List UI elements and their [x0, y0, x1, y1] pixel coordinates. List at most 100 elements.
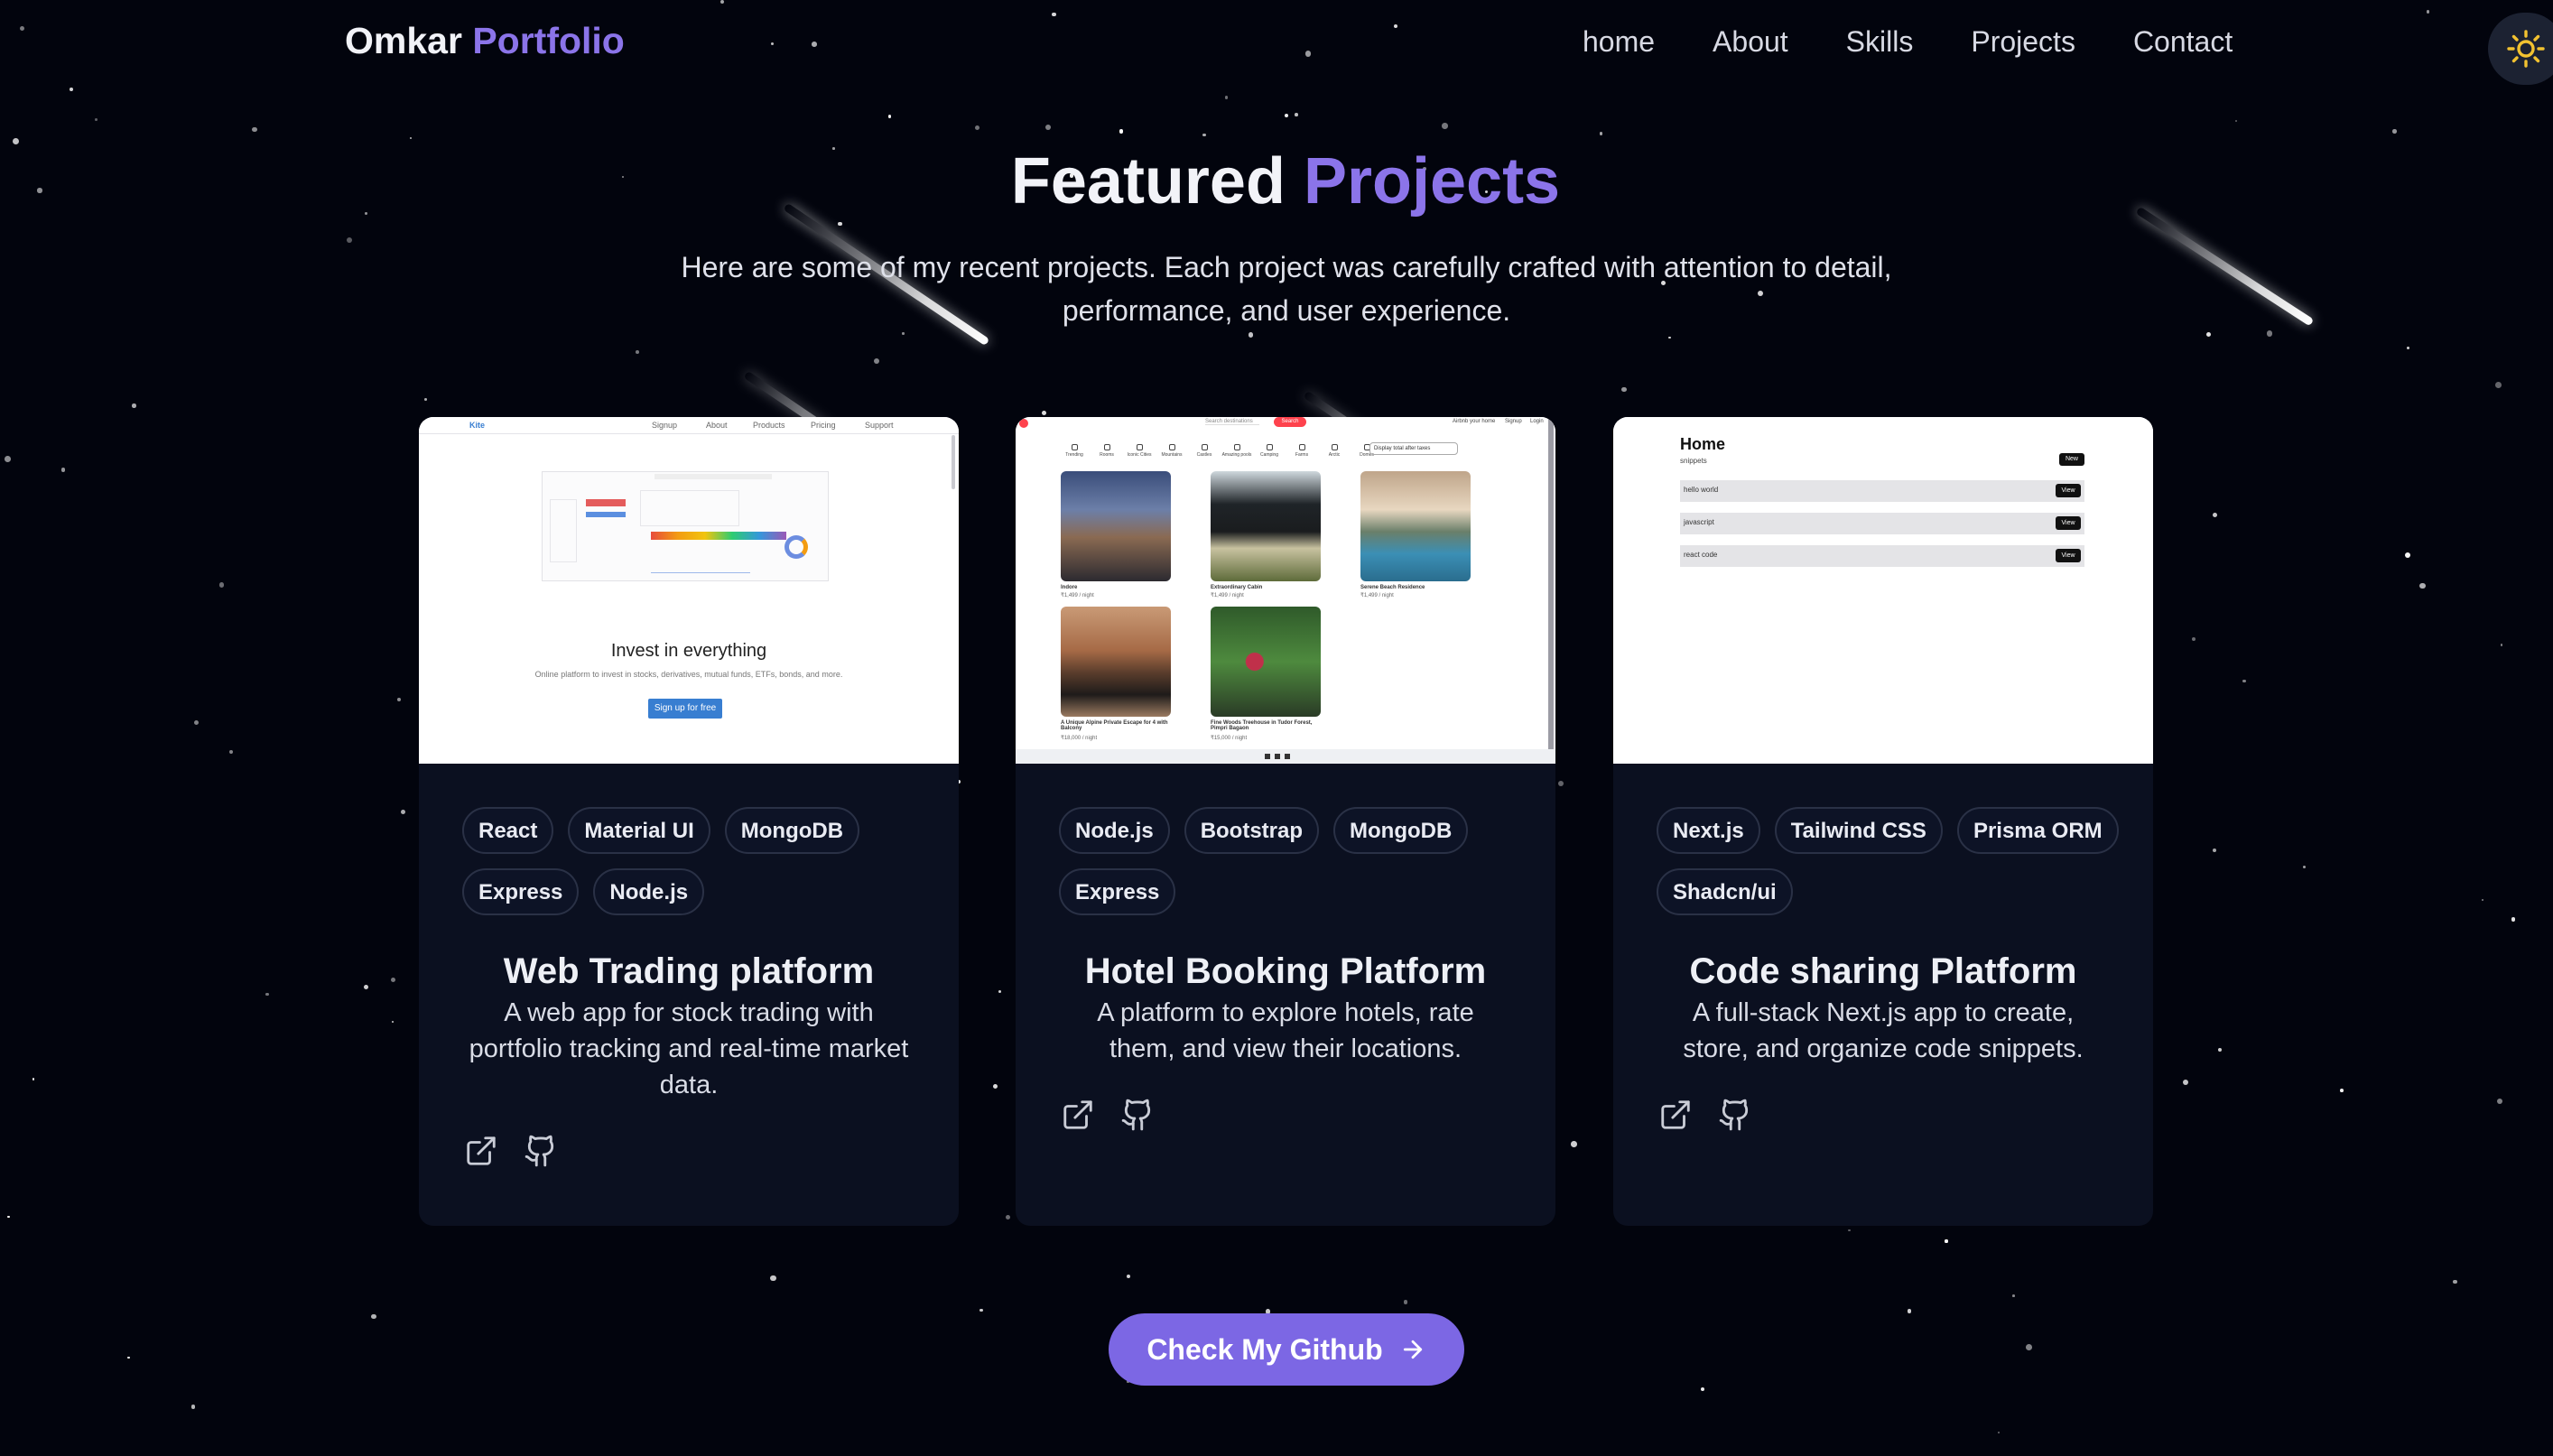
brand-logo[interactable]: Omkar Portfolio: [345, 20, 625, 62]
listing-name: Indore: [1061, 585, 1078, 590]
preview-search-input: Search destinations: [1205, 419, 1259, 425]
category-icon: [1298, 444, 1305, 450]
snippet-view-button: View: [2056, 549, 2081, 562]
project-links: [1658, 1098, 1752, 1132]
sun-icon: [2507, 30, 2545, 68]
category-label: Arctic: [1328, 452, 1341, 458]
category-label: Amazing pools: [1221, 452, 1252, 458]
star-dot: [1403, 1300, 1408, 1304]
star-dot: [2482, 899, 2484, 902]
check-github-label: Check My Github: [1147, 1332, 1383, 1366]
star-dot: [1997, 1432, 2000, 1434]
preview-nav-products: Products: [753, 421, 785, 430]
star-dot: [1701, 1387, 1705, 1392]
star-dot: [265, 992, 270, 997]
star-dot: [2191, 636, 2196, 642]
category-icon: [1266, 444, 1273, 450]
preview-category-bar: Trending Rooms Iconic Cities Mountains Castl…: [1059, 444, 1402, 462]
external-link-icon[interactable]: [1658, 1098, 1693, 1132]
preview-compass-icon: [1019, 419, 1028, 428]
nav-link-contact[interactable]: Contact: [2133, 25, 2233, 59]
preview-search-label: Search: [1281, 419, 1299, 424]
star-dot: [346, 237, 352, 244]
project-preview-hotel[interactable]: Search destinations Search Airbnb your h…: [1016, 417, 1555, 764]
star-dot: [2011, 1294, 2015, 1297]
star-dot: [1202, 134, 1206, 137]
project-card-code-sharing: Home snippets New hello world View javas…: [1613, 417, 2153, 1226]
category-item: Iconic Cities: [1124, 444, 1155, 458]
tech-tags: React Material UI MongoDB Express Node.j…: [462, 807, 932, 915]
project-preview-trading[interactable]: Kite Signup About Products Pricing Suppo…: [419, 417, 959, 764]
star-dot: [2212, 512, 2218, 518]
star-dot: [371, 1313, 376, 1320]
star-dot: [1248, 331, 1254, 338]
star-dot: [60, 467, 66, 472]
star-dot: [1599, 132, 1603, 136]
nav-link-home[interactable]: home: [1583, 25, 1655, 59]
theme-toggle-button[interactable]: [2488, 13, 2553, 85]
star-dot: [2205, 331, 2211, 338]
star-dot: [409, 136, 413, 139]
star-dot: [2302, 865, 2307, 869]
category-icon: [1168, 444, 1175, 450]
star-dot: [132, 403, 136, 408]
brand-first: Omkar: [345, 20, 462, 61]
snippet-view-button: View: [2056, 516, 2081, 530]
star-dot: [391, 978, 396, 983]
section-subtitle: Here are some of my recent projects. Eac…: [681, 251, 1892, 327]
listing-price: ₹15,000 / night: [1211, 736, 1248, 741]
star-dot: [229, 750, 234, 755]
star-dot: [2213, 848, 2217, 853]
nav-link-about[interactable]: About: [1713, 25, 1788, 59]
preview-cta-label: Sign up for free: [654, 703, 717, 713]
star-dot: [363, 984, 368, 989]
tech-tag: MongoDB: [724, 807, 860, 854]
preview-headline: Invest in everything: [610, 641, 767, 661]
category-icon: [1201, 444, 1208, 450]
star-dot: [2217, 1047, 2222, 1052]
category-label: Farms: [1295, 452, 1309, 458]
listing-photo: [1061, 607, 1171, 717]
listing-name: A Unique Alpine Private Escape for 4 wit…: [1061, 720, 1168, 731]
star-dot: [2340, 1089, 2344, 1093]
preview-nav-signup: Signup: [1505, 419, 1522, 424]
brand-second: Portfolio: [472, 20, 625, 61]
star-dot: [126, 1356, 130, 1359]
snippet-name: react code: [1684, 551, 1718, 559]
star-dot: [1848, 1229, 1851, 1232]
project-links: [464, 1134, 558, 1168]
listing-photo: [1360, 471, 1471, 581]
snippet-view-button: View: [2056, 484, 2081, 497]
project-description: A platform to explore hotels, rate them,…: [1097, 998, 1474, 1063]
check-github-button[interactable]: Check My Github: [1109, 1313, 1464, 1386]
star-dot: [391, 1021, 395, 1024]
tech-tag: Next.js: [1657, 807, 1760, 854]
category-icon: [1233, 444, 1240, 450]
preview-search-button: Search: [1274, 417, 1306, 427]
category-icon: [1331, 444, 1338, 450]
category-label: Trending: [1065, 452, 1083, 458]
star-dot: [2026, 1343, 2033, 1350]
github-icon[interactable]: [1120, 1098, 1155, 1132]
project-preview-code-sharing[interactable]: Home snippets New hello world View javas…: [1613, 417, 2153, 764]
listing-photo: [1061, 471, 1171, 581]
category-item: Mountains: [1156, 444, 1187, 458]
github-icon[interactable]: [1718, 1098, 1752, 1132]
nav-link-skills[interactable]: Skills: [1846, 25, 1914, 59]
category-label: Rooms: [1100, 452, 1114, 458]
category-label: Iconic Cities: [1127, 452, 1152, 458]
star-dot: [2500, 644, 2503, 646]
star-dot: [1945, 1239, 1948, 1243]
star-dot: [424, 397, 428, 401]
snippet-row: react code View: [1680, 545, 2084, 567]
external-link-icon[interactable]: [1061, 1098, 1095, 1132]
preview-nav-signup: Signup: [652, 421, 678, 430]
nav-link-projects[interactable]: Projects: [1971, 25, 2075, 59]
external-link-icon[interactable]: [464, 1134, 498, 1168]
snippet-name: javascript: [1684, 518, 1714, 526]
github-icon[interactable]: [524, 1134, 558, 1168]
star-dot: [396, 697, 402, 701]
project-title: Hotel Booking Platform: [1084, 951, 1487, 991]
star-dot: [1119, 129, 1124, 134]
category-label: Mountains: [1161, 452, 1183, 458]
